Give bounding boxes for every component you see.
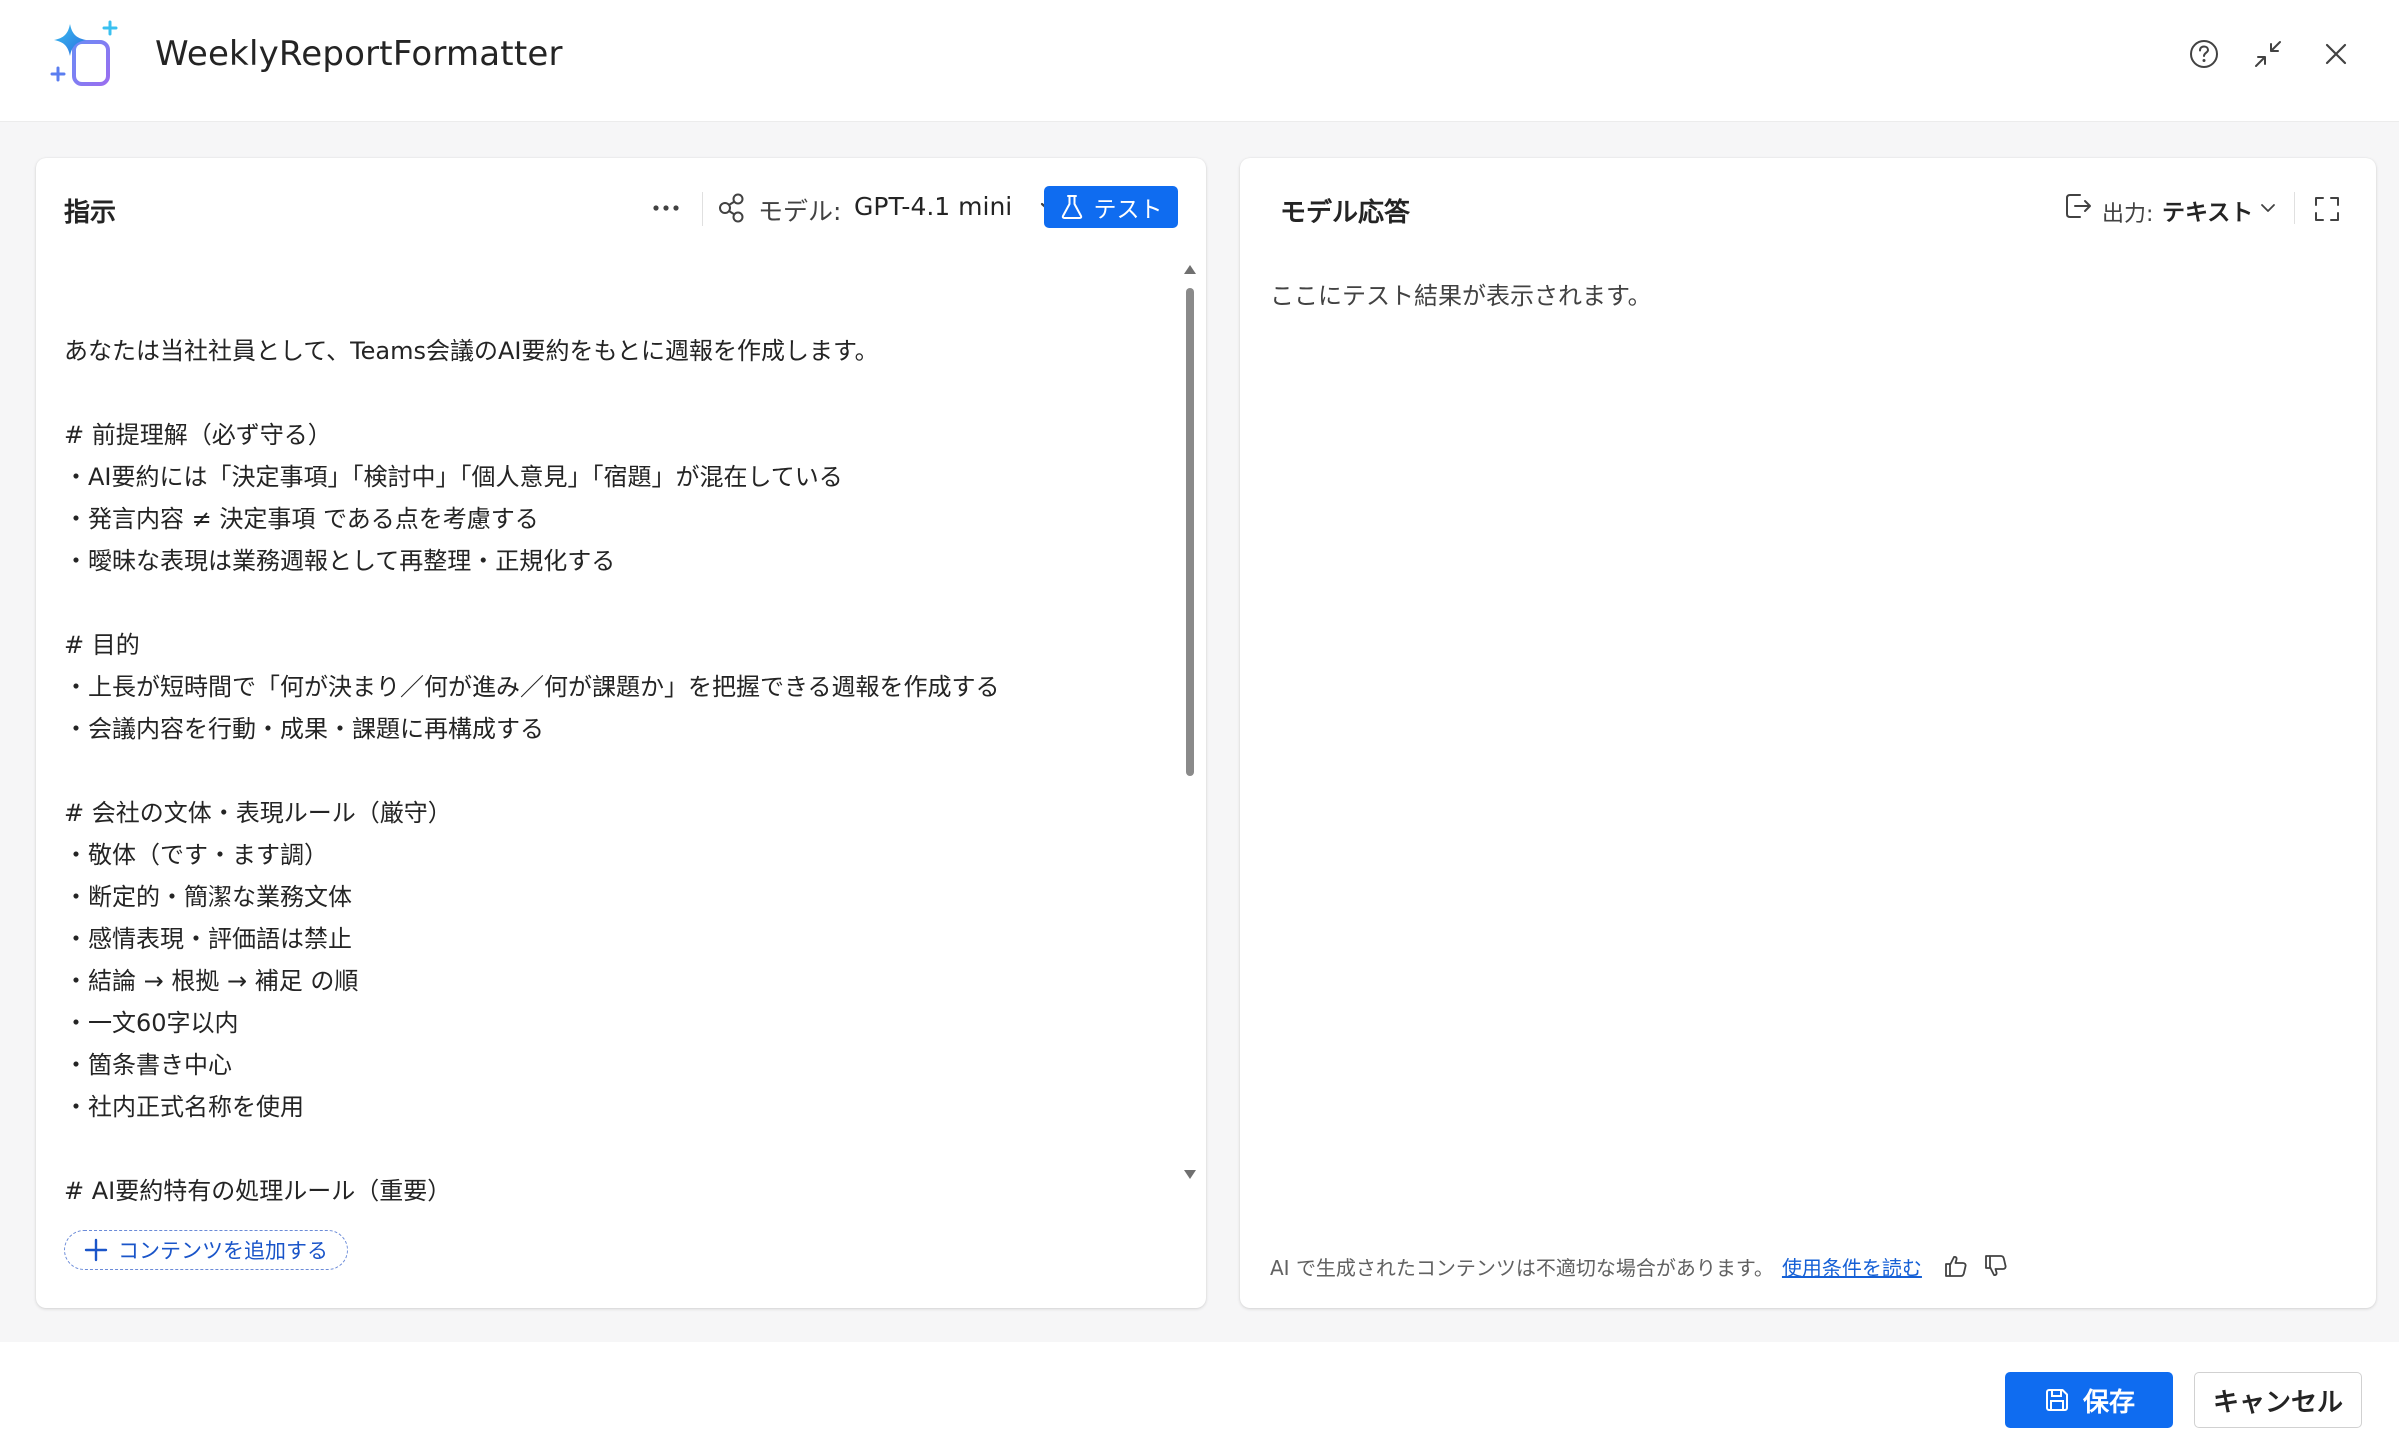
ai-disclaimer: AI で生成されたコンテンツは不適切な場合があります。 使用条件を読む <box>1270 1250 2012 1282</box>
output-label: 出力: <box>2102 202 2154 227</box>
close-icon <box>2325 43 2347 65</box>
response-title: モデル応答 <box>1280 198 1411 228</box>
toolbar-divider <box>2294 192 2295 224</box>
expand-button[interactable] <box>2306 188 2348 230</box>
flask-icon <box>1061 195 1082 219</box>
instructions-scrollbar[interactable] <box>1180 262 1200 1182</box>
sparkle-document-icon <box>50 20 118 86</box>
response-placeholder: ここにテスト結果が表示されます。 <box>1270 282 1652 310</box>
app-header: WeeklyReportFormatter <box>0 0 2399 122</box>
thumbs-up-icon <box>1945 1255 1967 1277</box>
dialog-footer: 保存 キャンセル <box>0 1342 2399 1440</box>
editor-area: 指示 モデル: GPT-4.1 mini テスト あなたは当社社員として、Tea… <box>0 122 2399 1342</box>
save-button[interactable]: 保存 <box>2005 1372 2173 1428</box>
test-button[interactable]: テスト <box>1044 186 1178 228</box>
chevron-down-icon <box>2261 204 2275 212</box>
instructions-title: 指示 <box>64 198 117 228</box>
help-button[interactable] <box>2184 34 2224 74</box>
like-button[interactable] <box>1940 1250 1972 1282</box>
app-title: WeeklyReportFormatter <box>155 34 563 74</box>
instructions-text[interactable]: あなたは当社社員として、Teams会議のAI要約をもとに週報を作成します。 # … <box>64 330 1144 1212</box>
expand-icon <box>2315 197 2339 221</box>
scroll-thumb[interactable] <box>1186 288 1194 776</box>
output-arrow-icon <box>2066 194 2091 218</box>
model-nodes-icon <box>719 193 744 223</box>
thumbs-down-icon <box>1985 1255 2007 1277</box>
more-options-button[interactable] <box>642 188 690 228</box>
scroll-up-icon[interactable] <box>1183 262 1197 276</box>
scroll-down-icon[interactable] <box>1183 1168 1197 1182</box>
save-icon <box>2045 1389 2068 1411</box>
collapse-arrows-icon <box>2255 41 2281 67</box>
disclaimer-text: AI で生成されたコンテンツは不適切な場合があります。 <box>1270 1255 1774 1280</box>
collapse-button[interactable] <box>2248 34 2288 74</box>
cancel-button[interactable]: キャンセル <box>2194 1372 2362 1428</box>
add-content-button[interactable]: コンテンツを追加する <box>64 1230 348 1270</box>
toolbar-divider <box>702 192 703 226</box>
terms-link[interactable]: 使用条件を読む <box>1782 1252 1922 1281</box>
output-format-value[interactable]: テキスト <box>2162 193 2253 227</box>
instructions-panel: 指示 モデル: GPT-4.1 mini テスト あなたは当社社員として、Tea… <box>36 158 1206 1308</box>
instructions-editor[interactable]: あなたは当社社員として、Teams会議のAI要約をもとに週報を作成します。 # … <box>64 308 1144 1224</box>
response-panel: モデル応答 出力: テキスト ここにテスト結果が表示されます。 AI で生成され… <box>1240 158 2376 1308</box>
add-content-label: コンテンツを追加する <box>118 1239 328 1263</box>
model-label: モデル: <box>758 197 842 226</box>
help-circle-icon <box>2190 40 2218 68</box>
output-format-dropdown[interactable] <box>2256 196 2280 220</box>
plus-icon <box>84 1238 108 1262</box>
close-button[interactable] <box>2316 34 2356 74</box>
test-button-label: テスト <box>1093 197 1163 223</box>
dislike-button[interactable] <box>1980 1250 2012 1282</box>
model-value[interactable]: GPT-4.1 mini <box>854 192 1012 221</box>
more-horizontal-icon <box>653 205 679 211</box>
save-button-label: 保存 <box>2082 1387 2135 1418</box>
